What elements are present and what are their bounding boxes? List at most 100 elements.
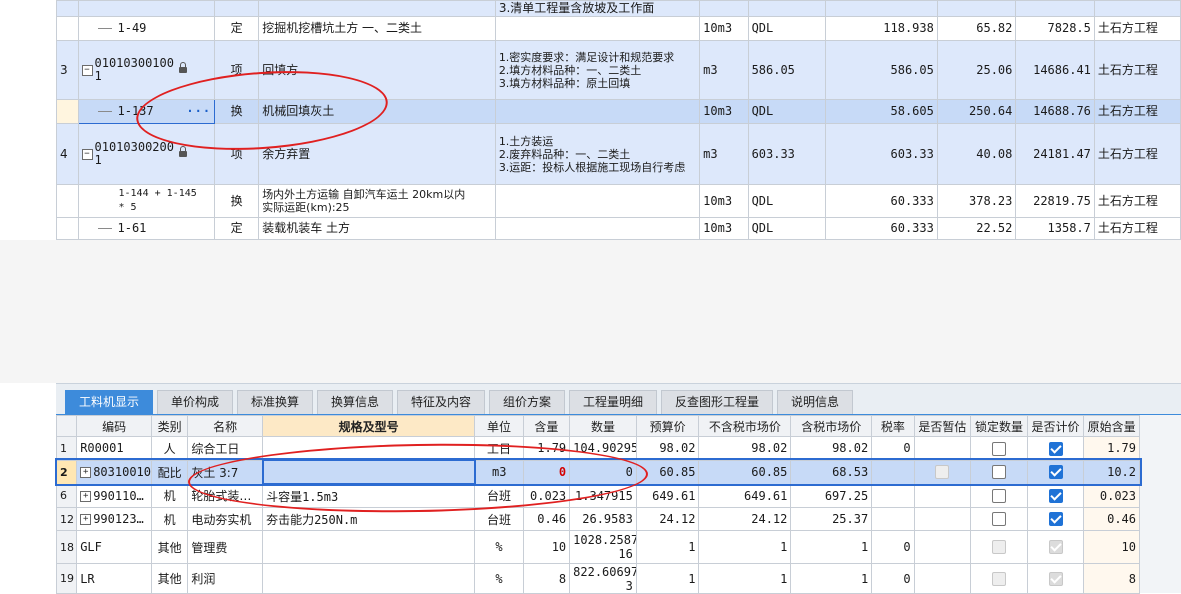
resource-tax-rate[interactable] <box>871 459 915 485</box>
table-row[interactable]: 3 −01010300100 1 项 回填方 1.密实度要求：满足设计和规范要求… <box>56 40 1181 100</box>
collapse-icon[interactable]: − <box>81 148 93 160</box>
table-row-selected[interactable]: 1-137 ··· 换 机械回填灰土 10m3 QDL 58.605 250.64… <box>56 99 1181 124</box>
table-row[interactable]: 1 R00001 人综合工日 工日 1.79 104.90295 98.02 98.02 98.… <box>55 436 1140 461</box>
is-priced-checkbox[interactable] <box>1026 507 1085 531</box>
resource-spec[interactable] <box>262 563 476 594</box>
resource-code[interactable]: +990110… <box>76 483 152 508</box>
table-row[interactable]: 1-49 定 挖掘机挖槽坑土方 一、二类土 10m3 QDL 118.938 6… <box>56 16 1181 41</box>
header-lock-qty[interactable]: 锁定数量 <box>970 415 1028 437</box>
lock-quantity-checkbox[interactable] <box>970 563 1028 594</box>
lock-quantity-checkbox[interactable] <box>970 483 1028 508</box>
header-name[interactable]: 名称 <box>187 415 264 437</box>
resource-content[interactable]: 0.46 <box>522 507 571 531</box>
tab-reverse-graphic-quantity[interactable]: 反查图形工程量 <box>661 390 773 414</box>
resource-code[interactable]: +80310010 <box>76 459 152 485</box>
resource-code[interactable]: R00001 <box>76 436 152 461</box>
table-row-selected[interactable]: 2 +80310010 配比 灰土 3:7 m3 0 0 60.85 60.85 68.53 10.… <box>54 458 1142 486</box>
resource-content[interactable]: 8 <box>522 563 571 594</box>
lock-quantity-checkbox[interactable] <box>970 459 1028 485</box>
header-original-content[interactable]: 原始含量 <box>1083 415 1140 437</box>
tab-conversion-info[interactable]: 换算信息 <box>317 390 393 414</box>
is-estimate-checkbox[interactable] <box>913 483 972 508</box>
resource-spec[interactable] <box>261 459 476 485</box>
resource-market-price-tax[interactable]: 697.25 <box>790 483 873 508</box>
checkbox-icon[interactable] <box>991 465 1006 480</box>
resource-tax-rate[interactable]: 0 <box>871 530 915 564</box>
tab-description[interactable]: 说明信息 <box>777 390 853 414</box>
expand-icon[interactable]: + <box>80 514 92 525</box>
resource-market-price-no-tax[interactable]: 98.02 <box>698 436 792 461</box>
resource-tax-rate[interactable]: 0 <box>871 563 915 594</box>
tab-unit-price-composition[interactable]: 单价构成 <box>157 390 233 414</box>
is-estimate-checkbox[interactable] <box>913 507 972 531</box>
is-estimate-checkbox[interactable] <box>913 530 972 564</box>
table-row[interactable]: 4 −01010300200 1 项 余方弃置 1.土方装运 2.废弃料品种：一… <box>56 123 1181 185</box>
is-priced-checkbox[interactable] <box>1026 530 1085 564</box>
resource-market-price-tax[interactable]: 98.02 <box>790 436 873 461</box>
header-tax-rate[interactable]: 税率 <box>871 415 915 437</box>
tab-pricing-scheme[interactable]: 组价方案 <box>489 390 565 414</box>
resource-market-price-no-tax[interactable]: 60.85 <box>698 459 792 485</box>
header-unit[interactable]: 单位 <box>474 415 524 437</box>
resource-content[interactable]: 1.79 <box>522 436 571 461</box>
resource-content[interactable]: 0.023 <box>522 483 571 508</box>
checkbox-icon[interactable] <box>991 489 1006 503</box>
lock-quantity-checkbox[interactable] <box>970 507 1028 531</box>
resource-market-price-tax[interactable]: 68.53 <box>790 459 873 485</box>
checkbox-icon[interactable] <box>1048 489 1063 503</box>
tab-features-content[interactable]: 特征及内容 <box>397 390 485 414</box>
tab-standard-conversion[interactable]: 标准换算 <box>237 390 313 414</box>
resource-content[interactable]: 10 <box>522 530 571 564</box>
checkbox-icon[interactable] <box>935 465 950 480</box>
header-market-price-no-tax[interactable]: 不含税市场价 <box>698 415 792 437</box>
table-row[interactable]: 6 +990110… 机轮胎式装… 斗容量1.5m3 台班 0.023 1.347915 64… <box>55 483 1140 508</box>
is-estimate-checkbox[interactable] <box>913 563 972 594</box>
table-row[interactable]: 3.清单工程量含放坡及工作面 <box>56 0 1181 17</box>
checkbox-icon[interactable] <box>1048 465 1063 480</box>
is-estimate-checkbox[interactable] <box>913 459 972 485</box>
checkbox-icon[interactable] <box>1048 512 1063 527</box>
header-spec[interactable]: 规格及型号 <box>262 415 476 437</box>
table-row[interactable]: 1-144 + 1-145 * 5 换 场内外土方运输 自卸汽车运土 20km以… <box>56 184 1181 218</box>
resource-market-price-tax[interactable]: 25.37 <box>790 507 873 531</box>
resource-tax-rate[interactable]: 0 <box>871 436 915 461</box>
checkbox-icon[interactable] <box>991 441 1006 456</box>
is-estimate-checkbox[interactable] <box>913 436 972 461</box>
header-is-estimate[interactable]: 是否暂估 <box>913 415 972 437</box>
table-row[interactable]: 19 LR 其他 利润% 8 822.60697 311108 <box>55 563 1140 594</box>
resource-spec[interactable]: 夯击能力250N.m <box>262 507 476 531</box>
checkbox-icon[interactable] <box>1048 540 1063 555</box>
tab-quantity-detail[interactable]: 工程量明细 <box>569 390 657 414</box>
resource-code[interactable]: LR <box>76 563 152 594</box>
resource-market-price-no-tax[interactable]: 24.12 <box>698 507 792 531</box>
resource-tax-rate[interactable] <box>871 483 915 508</box>
resource-market-price-no-tax[interactable]: 649.61 <box>698 483 792 508</box>
header-type[interactable]: 类别 <box>150 415 189 437</box>
resource-tax-rate[interactable] <box>871 507 915 531</box>
checkbox-icon[interactable] <box>991 571 1006 586</box>
is-priced-checkbox[interactable] <box>1026 459 1085 485</box>
expand-icon[interactable]: + <box>80 467 92 478</box>
item-code-editor[interactable]: 1-137 ··· <box>77 99 216 124</box>
is-priced-checkbox[interactable] <box>1026 483 1085 508</box>
ellipsis-icon[interactable]: ··· <box>186 105 211 118</box>
resource-content[interactable]: 0 <box>522 459 571 485</box>
checkbox-icon[interactable] <box>991 512 1006 527</box>
table-row[interactable]: 1-61 定 装载机装车 土方 10m3 QDL 60.333 22.52 13… <box>56 217 1181 240</box>
checkbox-icon[interactable] <box>991 540 1006 555</box>
lock-quantity-checkbox[interactable] <box>970 436 1028 461</box>
header-content[interactable]: 含量 <box>522 415 571 437</box>
resource-code[interactable]: GLF <box>76 530 152 564</box>
header-budget-price[interactable]: 预算价 <box>635 415 700 437</box>
resource-code[interactable]: +990123… <box>76 507 152 531</box>
tab-labor-material-machine[interactable]: 工料机显示 <box>65 390 153 414</box>
header-quantity[interactable]: 数量 <box>569 415 637 437</box>
table-row[interactable]: 12 +990123… 机电动夯实机 夯击能力250N.m 台班 0.46 26.9583 2… <box>55 507 1140 531</box>
resource-market-price-no-tax[interactable]: 1 <box>698 530 792 564</box>
table-row[interactable]: 18 GLF 其他 管理费% 10 1028.2587 16 1 1 1 0 10 <box>55 530 1140 564</box>
expand-icon[interactable]: + <box>80 490 92 502</box>
header-code[interactable]: 编码 <box>76 415 152 437</box>
checkbox-icon[interactable] <box>1048 571 1063 586</box>
resource-market-price-no-tax[interactable]: 1 <box>698 563 792 594</box>
resource-market-price-tax[interactable]: 1 <box>790 563 873 594</box>
